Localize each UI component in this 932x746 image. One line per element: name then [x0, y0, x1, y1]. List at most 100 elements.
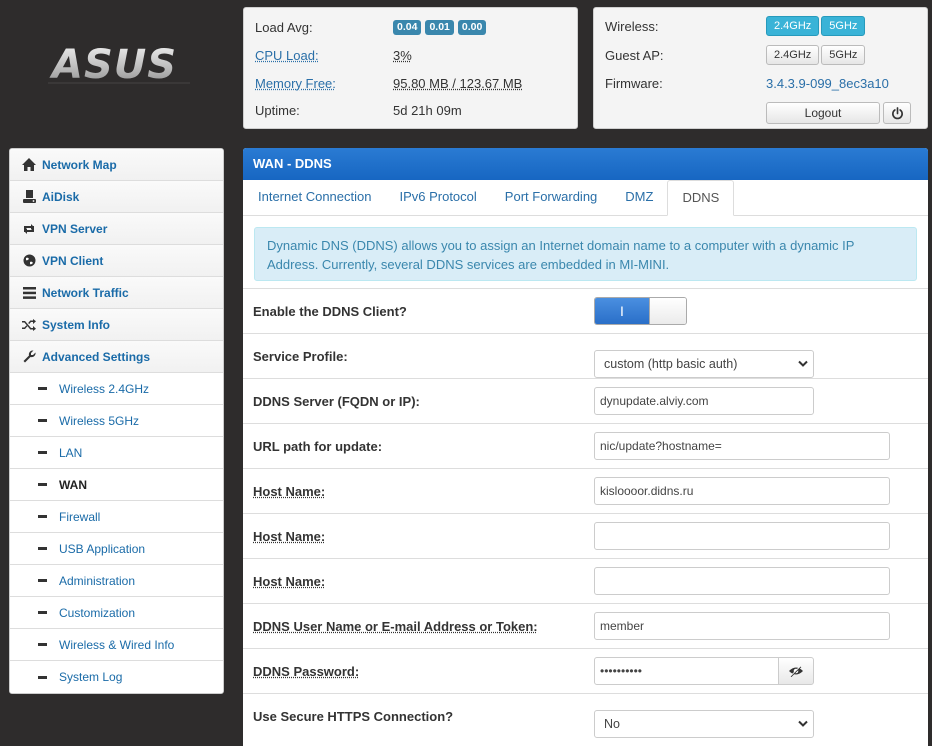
- tab-ipv6-protocol[interactable]: IPv6 Protocol: [385, 180, 490, 215]
- sidebar-sub-label: Wireless 2.4GHz: [59, 381, 150, 396]
- sidebar-item-vpn-server[interactable]: VPN Server: [10, 213, 223, 245]
- enable-ddns-toggle[interactable]: I: [594, 297, 687, 325]
- list-icon: [21, 286, 37, 300]
- chevron-down-icon: [798, 720, 808, 727]
- sidebar-item-label: Network Traffic: [42, 285, 129, 300]
- sidebar-sub-label: System Log: [59, 670, 123, 684]
- svg-text:ASUS: ASUS: [49, 42, 177, 88]
- sidebar-item-advanced-settings[interactable]: Advanced Settings: [10, 341, 223, 373]
- form-row-enable: Enable the DDNS Client? I: [243, 288, 928, 333]
- sidebar-sub-lan[interactable]: LAN: [10, 437, 223, 469]
- logout-button[interactable]: Logout: [766, 102, 880, 124]
- firmware-version-link[interactable]: 3.4.3.9-099_8ec3a10: [766, 76, 889, 91]
- ddns-password-label: DDNS Password:: [253, 663, 360, 679]
- firmware-label: Firmware:: [605, 75, 663, 91]
- power-button[interactable]: [883, 102, 911, 124]
- load-avg-row: Load Avg: 0.04 0.01 0.00: [255, 17, 490, 37]
- dash-icon: [38, 611, 47, 614]
- sidebar-sub-administration[interactable]: Administration: [10, 565, 223, 597]
- url-path-input[interactable]: nic/update?hostname=: [594, 432, 890, 460]
- sidebar-sub-label: Wireless 5GHz: [59, 413, 140, 428]
- tab-dmz[interactable]: DMZ: [611, 180, 667, 215]
- sidebar-item-vpn-client[interactable]: VPN Client: [10, 245, 223, 277]
- cpu-load-value: 3%: [393, 47, 412, 63]
- service-profile-value: custom (http basic auth): [604, 357, 738, 371]
- disk-icon: [21, 190, 37, 204]
- sidebar-sub-wireless-wired-info[interactable]: Wireless & Wired Info: [10, 629, 223, 661]
- sidebar-nav: Network Map AiDisk VPN Server VPN Client…: [9, 148, 224, 694]
- memory-free-value: 95.80 MB / 123.67 MB: [393, 75, 523, 91]
- eye-slash-icon: [789, 665, 803, 677]
- guest-5ghz-button[interactable]: 5GHz: [821, 45, 866, 65]
- sidebar-item-label: Advanced Settings: [42, 349, 151, 364]
- form-row-url: URL path for update: nic/update?hostname…: [243, 423, 928, 468]
- load-avg-5-badge: 0.01: [425, 19, 454, 35]
- wireless-24ghz-button[interactable]: 2.4GHz: [766, 16, 820, 36]
- sidebar-sub-wan[interactable]: WAN: [10, 469, 223, 501]
- form-row-profile: Service Profile: custom (http basic auth…: [243, 333, 928, 378]
- toggle-off-half: [649, 298, 686, 324]
- sidebar-sub-system-log[interactable]: System Log: [10, 661, 223, 693]
- tab-port-forwarding[interactable]: Port Forwarding: [491, 180, 611, 215]
- host-name-input-2[interactable]: [594, 522, 890, 550]
- ddns-server-input[interactable]: dynupdate.alviy.com: [594, 387, 814, 415]
- tab-ddns[interactable]: DDNS: [667, 180, 735, 216]
- sidebar-sub-label: WAN: [59, 477, 87, 492]
- dash-icon: [38, 515, 47, 518]
- host-name-label: Host Name:: [253, 573, 326, 589]
- globe-icon: [21, 254, 37, 268]
- sidebar-sub-label: Firewall: [59, 509, 101, 524]
- guest-24ghz-button[interactable]: 2.4GHz: [766, 45, 820, 65]
- uptime-row: Uptime: 5d 21h 09m: [255, 100, 462, 120]
- sidebar-sub-wireless-24ghz[interactable]: Wireless 2.4GHz: [10, 373, 223, 405]
- wireless-row: Wireless: 2.4GHz 5GHz: [605, 16, 867, 36]
- sidebar-item-label: AiDisk: [42, 189, 80, 204]
- host-name-input-3[interactable]: [594, 567, 890, 595]
- cpu-load-link[interactable]: CPU Load:: [255, 48, 393, 63]
- asus-logo: ASUS: [48, 40, 190, 96]
- retweet-icon: [21, 222, 37, 236]
- tab-internet-connection[interactable]: Internet Connection: [244, 180, 385, 215]
- url-path-label: URL path for update:: [253, 438, 383, 454]
- uptime-value: 5d 21h 09m: [393, 102, 462, 118]
- dash-icon: [38, 387, 47, 390]
- dash-icon: [38, 419, 47, 422]
- load-avg-15-badge: 0.00: [457, 19, 487, 35]
- dash-icon: [38, 643, 47, 646]
- sidebar-item-network-traffic[interactable]: Network Traffic: [10, 277, 223, 309]
- sidebar-sub-firewall[interactable]: Firewall: [10, 501, 223, 533]
- chevron-down-icon: [798, 360, 808, 367]
- sidebar-sub-customization[interactable]: Customization: [10, 597, 223, 629]
- wireless-status-panel: Wireless: 2.4GHz 5GHz Guest AP: 2.4GHz 5…: [593, 7, 928, 129]
- sidebar-sub-usb-application[interactable]: USB Application: [10, 533, 223, 565]
- password-group: ••••••••••: [594, 657, 814, 685]
- page-title: WAN - DDNS: [243, 148, 928, 180]
- ddns-password-input[interactable]: ••••••••••: [594, 657, 779, 685]
- uptime-label: Uptime:: [255, 102, 300, 118]
- form-row-host2: Host Name:: [243, 513, 928, 558]
- show-password-button[interactable]: [778, 657, 814, 685]
- sidebar-sub-wireless-5ghz[interactable]: Wireless 5GHz: [10, 405, 223, 437]
- dash-icon: [38, 579, 47, 582]
- dash-icon: [38, 675, 47, 679]
- memory-free-link[interactable]: Memory Free:: [255, 76, 393, 91]
- sidebar-sub-label: Wireless & Wired Info: [59, 637, 175, 652]
- wireless-5ghz-button[interactable]: 5GHz: [821, 16, 866, 36]
- form-row-host1: Host Name: kisloooor.didns.ru: [243, 468, 928, 513]
- ddns-user-input[interactable]: member: [594, 612, 890, 640]
- cpu-row: CPU Load: 3%: [255, 45, 412, 65]
- sidebar-item-aidisk[interactable]: AiDisk: [10, 181, 223, 213]
- sidebar-item-label: System Info: [42, 317, 111, 332]
- memory-row: Memory Free: 95.80 MB / 123.67 MB: [255, 73, 522, 93]
- info-alert: Dynamic DNS (DDNS) allows you to assign …: [254, 227, 917, 281]
- service-profile-select[interactable]: custom (http basic auth): [594, 350, 814, 378]
- sidebar-sub-label: Administration: [59, 573, 136, 588]
- sidebar-item-system-info[interactable]: System Info: [10, 309, 223, 341]
- sidebar-item-network-map[interactable]: Network Map: [10, 149, 223, 181]
- system-status-panel: Load Avg: 0.04 0.01 0.00 CPU Load: 3% Me…: [243, 7, 578, 129]
- sidebar-item-label: VPN Client: [42, 253, 104, 268]
- https-select[interactable]: No: [594, 710, 814, 738]
- form-row-server: DDNS Server (FQDN or IP): dynupdate.alvi…: [243, 378, 928, 423]
- host-name-input-1[interactable]: kisloooor.didns.ru: [594, 477, 890, 505]
- load-avg-label: Load Avg:: [255, 19, 313, 35]
